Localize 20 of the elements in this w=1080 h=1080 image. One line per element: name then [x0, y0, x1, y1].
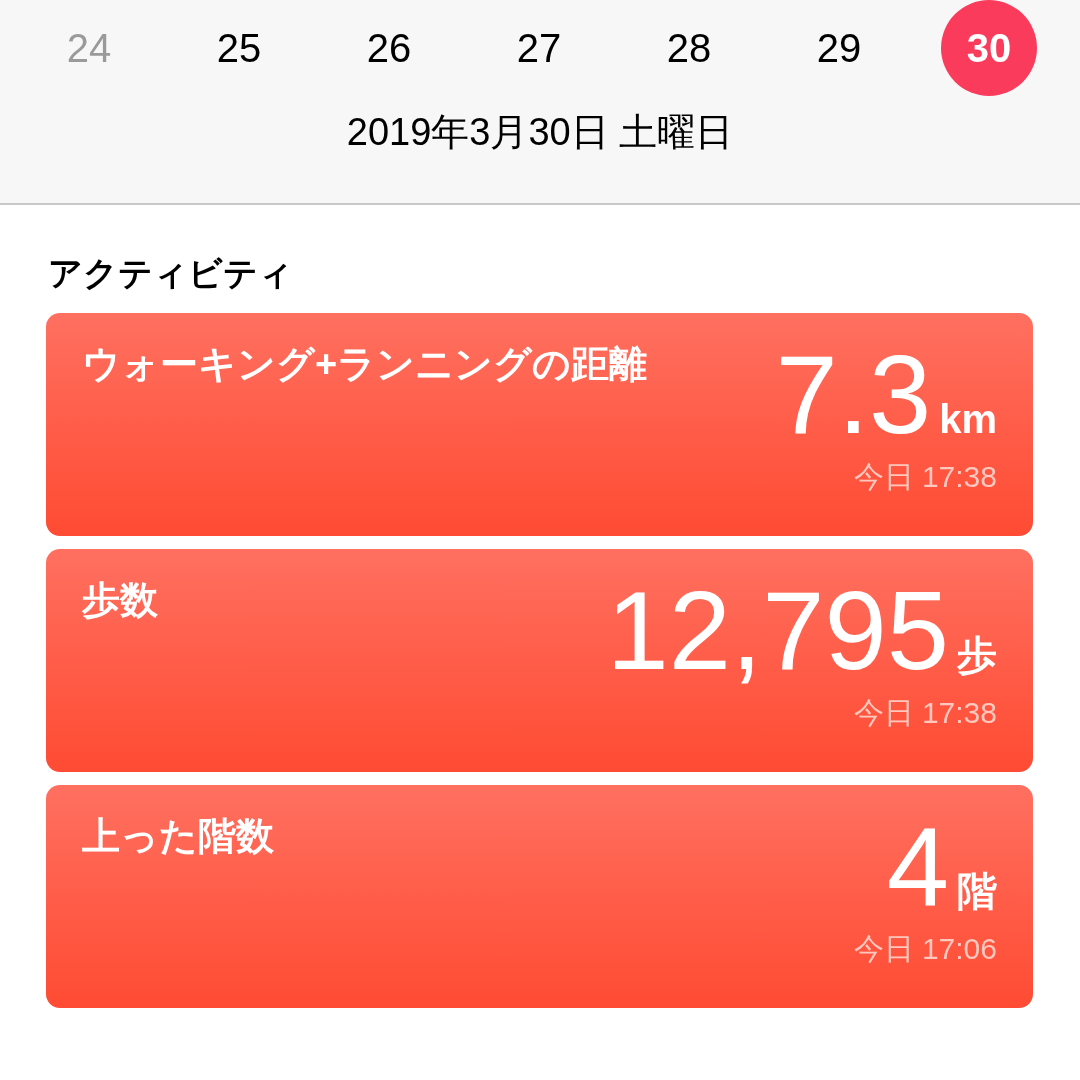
timestamp: 今日 17:38 [853, 695, 997, 731]
section-title: アクティビティ [48, 253, 294, 294]
card-title: 上った階数 [82, 814, 275, 859]
metric-unit: 歩 [957, 632, 997, 679]
date-title: 2019年3月30日 土曜日 [345, 110, 735, 155]
metric-value: 4 [886, 805, 949, 929]
timestamp: 今日 17:06 [853, 931, 997, 967]
metric-unit: 階 [957, 868, 997, 915]
metric-value: 7.3 [775, 333, 932, 457]
timestamp: 今日 17:38 [853, 459, 997, 495]
day-button[interactable]: 26 [341, 0, 437, 96]
day-button[interactable]: 27 [491, 0, 587, 96]
metric-value: 12,795 [606, 569, 949, 693]
metric-unit: km [939, 397, 997, 442]
day-button[interactable]: 29 [791, 0, 887, 96]
day-button[interactable]: 30 [941, 0, 1037, 96]
card-title: 歩数 [82, 578, 159, 623]
day-button[interactable]: 28 [641, 0, 737, 96]
day-button[interactable]: 25 [191, 0, 287, 96]
card-title: ウォーキング+ランニングの距離 [82, 342, 649, 387]
